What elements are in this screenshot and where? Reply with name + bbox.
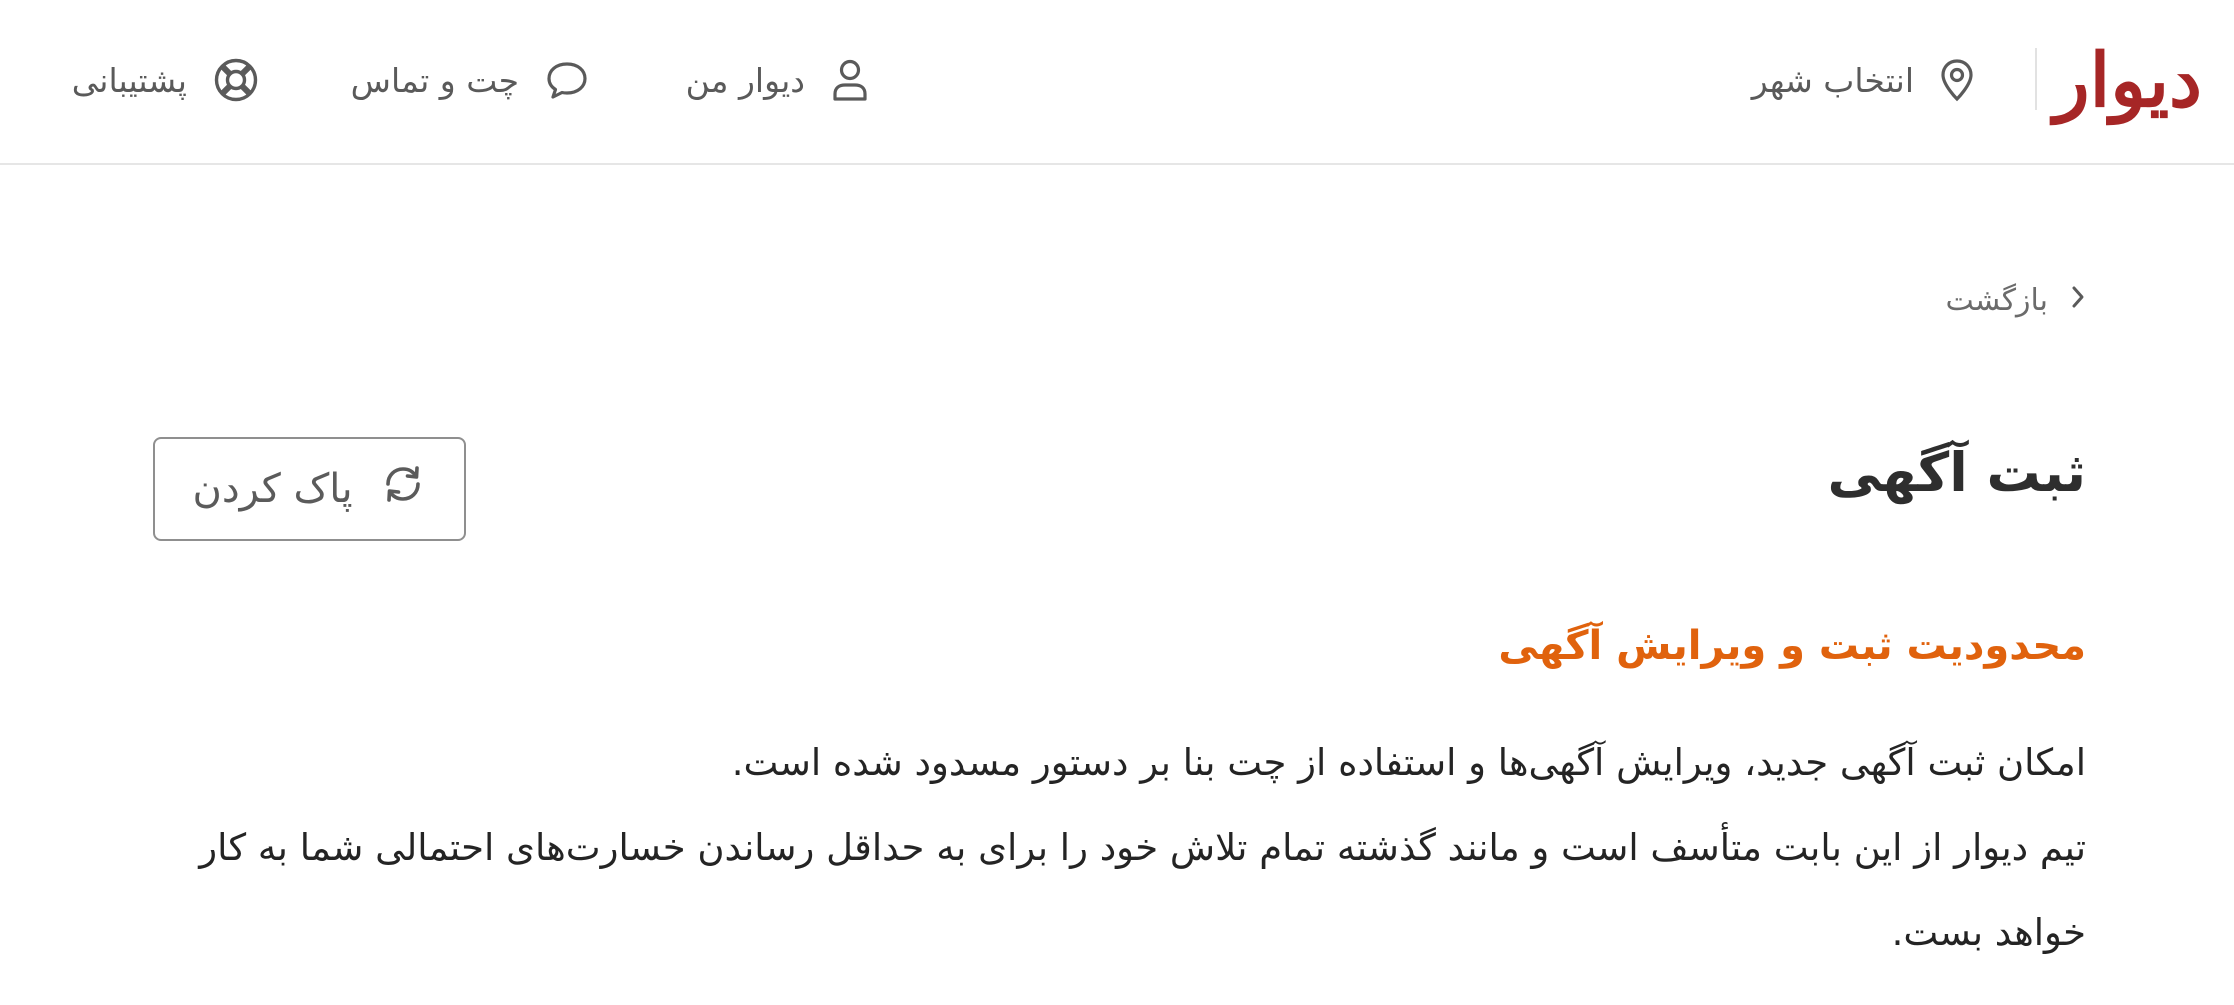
location-pin-icon [1940,58,1974,102]
back-label: بازگشت [1945,282,2048,318]
back-link[interactable]: بازگشت [1946,278,2086,322]
user-icon [831,58,869,102]
my-divar-label: دیوار من [685,60,805,100]
divar-logo[interactable]: دیوار [2054,36,2204,126]
chat-link[interactable]: چت و تماس [351,52,589,108]
city-selector[interactable]: انتخاب شهر [1752,52,1974,108]
chat-bubble-icon [545,60,589,100]
warning-message: امکان ثبت آگهی جدید، ویرایش آگهی‌ها و اس… [156,720,2086,975]
support-label: پشتیبانی [71,60,187,100]
warning-line-2: تیم دیوار از این بابت متأسف است و مانند … [199,826,2086,954]
clear-button[interactable]: پاک کردن [153,437,466,541]
refresh-icon [379,460,427,518]
my-divar-link[interactable]: دیوار من [686,52,869,108]
page-title: ثبت آگهی [1827,441,2086,504]
support-link[interactable]: پشتیبانی [72,52,259,108]
clear-button-label: پاک کردن [192,466,353,512]
warning-line-1: امکان ثبت آگهی جدید، ویرایش آگهی‌ها و اس… [731,741,2086,784]
header-divider [2035,48,2037,110]
top-header: دیوار انتخاب شهر دیوار من چت و تماس پشتی… [0,0,2234,165]
chevron-right-icon [2070,283,2086,318]
chat-label: چت و تماس [350,60,519,100]
lifebuoy-icon [213,57,259,103]
warning-title: محدودیت ثبت و ویرایش آگهی [1498,623,2086,669]
city-selector-label: انتخاب شهر [1751,60,1914,100]
